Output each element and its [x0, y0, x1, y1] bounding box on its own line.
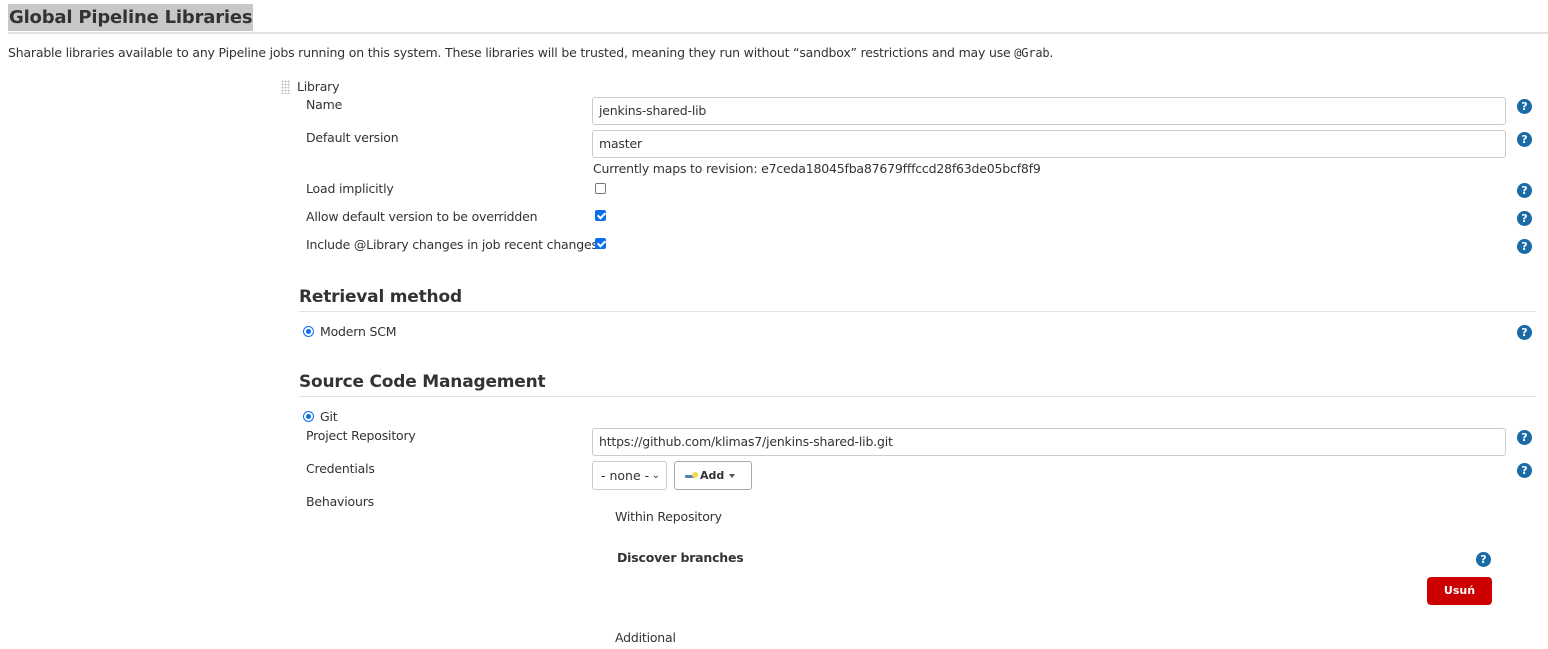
name-input[interactable]: jenkins-shared-lib — [592, 97, 1506, 125]
additional-label: Additional — [615, 630, 676, 645]
help-icon[interactable]: ? — [1476, 552, 1491, 567]
caret-down-icon — [729, 474, 736, 478]
modern-scm-radio[interactable] — [303, 326, 314, 337]
description-text: Sharable libraries available to any Pipe… — [8, 45, 1015, 60]
include-changes-checkbox[interactable] — [595, 238, 606, 249]
help-icon[interactable]: ? — [1517, 325, 1532, 340]
help-icon[interactable]: ? — [1517, 99, 1532, 114]
credentials-select[interactable]: - none - ⌄ — [592, 461, 667, 490]
git-label[interactable]: Git — [320, 409, 338, 425]
project-repository-input[interactable]: https://github.com/klimas7/jenkins-share… — [592, 428, 1506, 456]
load-implicitly-label: Load implicitly — [306, 181, 394, 196]
chevron-down-icon: ⌄ — [651, 470, 660, 481]
help-icon[interactable]: ? — [1517, 430, 1532, 445]
within-repository-label: Within Repository — [615, 509, 722, 524]
help-icon[interactable]: ? — [1517, 239, 1532, 254]
drag-handle-icon[interactable] — [281, 80, 290, 94]
description-end: . — [1049, 45, 1054, 60]
default-version-label: Default version — [306, 130, 399, 145]
retrieval-method-heading: Retrieval method — [299, 287, 462, 307]
delete-button[interactable]: Usuń — [1427, 577, 1492, 605]
library-label: Library — [297, 79, 340, 94]
add-credentials-button[interactable]: Add — [674, 461, 752, 490]
git-radio[interactable] — [303, 411, 314, 422]
modern-scm-label[interactable]: Modern SCM — [320, 324, 397, 340]
section-divider — [299, 311, 1536, 312]
help-icon[interactable]: ? — [1517, 132, 1532, 147]
default-version-input[interactable]: master — [592, 130, 1506, 158]
revision-note: Currently maps to revision: e7ceda18045f… — [593, 161, 1041, 176]
help-icon[interactable]: ? — [1517, 463, 1532, 478]
allow-override-checkbox[interactable] — [595, 210, 606, 221]
credentials-label: Credentials — [306, 461, 375, 476]
key-icon — [685, 472, 699, 480]
page-title: Global Pipeline Libraries — [8, 4, 254, 31]
help-icon[interactable]: ? — [1517, 183, 1532, 198]
include-changes-label: Include @Library changes in job recent c… — [306, 237, 598, 252]
add-label: Add — [700, 469, 725, 482]
project-repository-label: Project Repository — [306, 428, 416, 443]
title-divider — [8, 32, 1548, 34]
allow-override-label: Allow default version to be overridden — [306, 209, 538, 224]
grab-code: @Grab — [1014, 46, 1050, 60]
load-implicitly-checkbox[interactable] — [595, 183, 606, 194]
help-icon[interactable]: ? — [1517, 211, 1532, 226]
section-divider — [299, 396, 1536, 397]
scm-heading: Source Code Management — [299, 372, 546, 392]
behaviours-label: Behaviours — [306, 494, 374, 509]
page-description: Sharable libraries available to any Pipe… — [8, 45, 1053, 61]
name-label: Name — [306, 97, 343, 112]
discover-branches-label: Discover branches — [617, 550, 744, 565]
credentials-selected: - none - — [601, 468, 650, 483]
